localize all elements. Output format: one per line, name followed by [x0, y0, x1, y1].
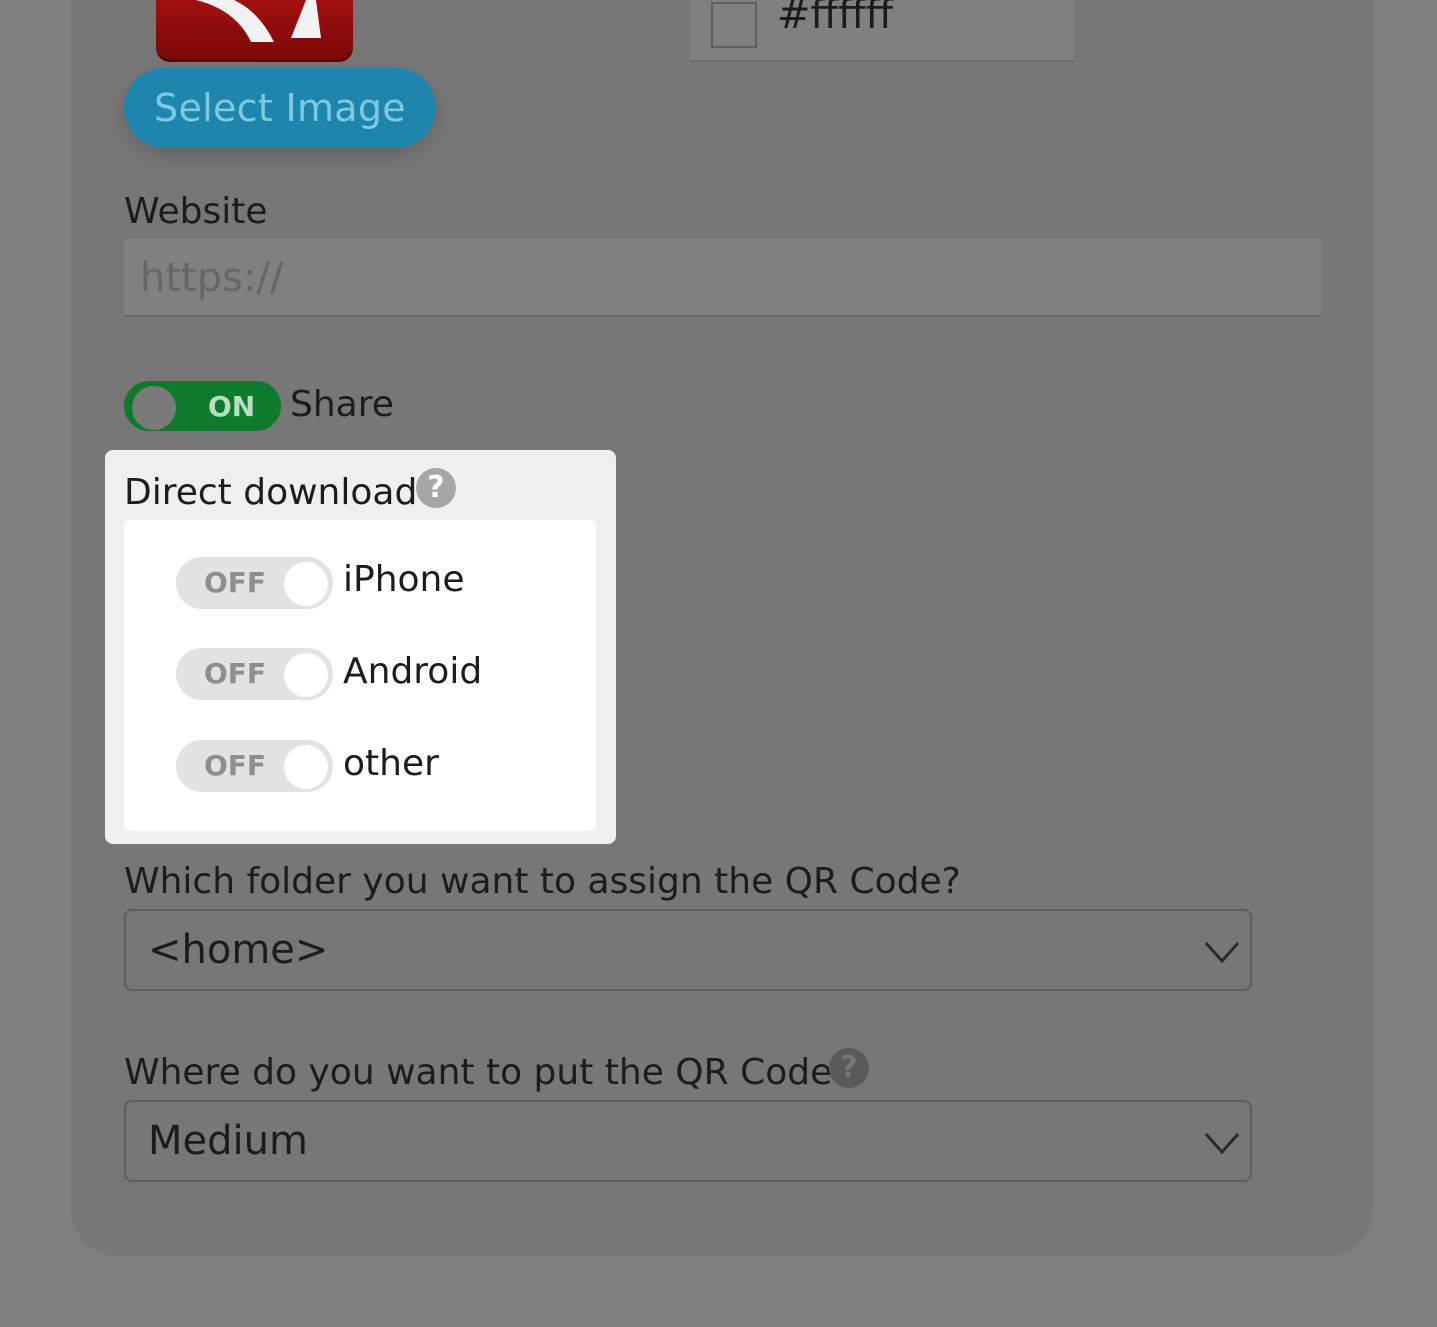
- other-label: other: [343, 743, 439, 784]
- app-image-preview: [156, 0, 353, 59]
- iphone-toggle[interactable]: OFF: [176, 557, 333, 609]
- share-toggle[interactable]: ON: [124, 381, 281, 431]
- website-label: Website: [124, 191, 268, 232]
- help-icon[interactable]: ?: [829, 1048, 869, 1088]
- android-label: Android: [343, 651, 483, 692]
- toggle-state-label: OFF: [204, 657, 267, 690]
- chevron-down-icon: [1204, 1133, 1240, 1155]
- color-field[interactable]: #ffffff: [690, 0, 1074, 62]
- toggle-knob: [132, 386, 176, 430]
- toggle-knob: [284, 653, 328, 697]
- website-input[interactable]: https://: [124, 239, 1321, 317]
- iphone-label: iPhone: [343, 559, 465, 600]
- help-icon[interactable]: ?: [416, 468, 456, 508]
- other-toggle[interactable]: OFF: [176, 740, 333, 792]
- folder-select[interactable]: <home>: [124, 909, 1252, 991]
- position-label: Where do you want to put the QR Code?: [124, 1052, 852, 1093]
- direct-download-title: Direct download: [124, 472, 418, 513]
- toggle-state-label: OFF: [204, 566, 267, 599]
- chevron-down-icon: [1204, 942, 1240, 964]
- toggle-state-label: OFF: [204, 749, 267, 782]
- position-selected-value: Medium: [148, 1118, 308, 1164]
- position-select[interactable]: Medium: [124, 1100, 1252, 1182]
- select-image-button[interactable]: Select Image: [124, 68, 436, 148]
- share-label: Share: [290, 384, 394, 425]
- color-swatch[interactable]: [711, 2, 757, 48]
- android-toggle[interactable]: OFF: [176, 648, 333, 700]
- color-value: #ffffff: [777, 0, 894, 38]
- folder-selected-value: <home>: [148, 927, 329, 973]
- folder-label: Which folder you want to assign the QR C…: [124, 861, 961, 902]
- toggle-knob: [284, 562, 328, 606]
- toggle-state-label: ON: [208, 390, 256, 423]
- toggle-knob: [284, 745, 328, 789]
- rss-icon: [196, 0, 321, 42]
